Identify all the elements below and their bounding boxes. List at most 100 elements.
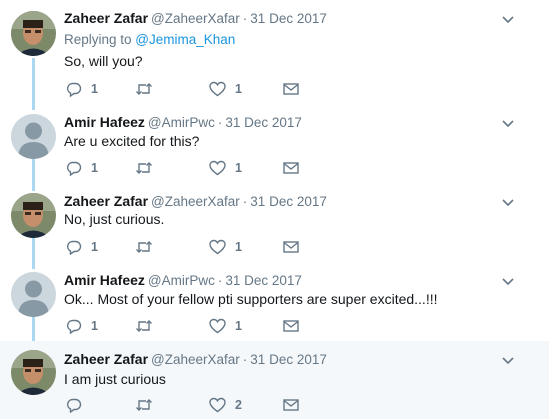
- like-button[interactable]: 1: [209, 316, 242, 336]
- author-name[interactable]: Amir Hafeez: [64, 272, 145, 288]
- tweet-text: I am just curious: [64, 371, 166, 387]
- retweet-icon: [136, 241, 152, 253]
- separator: ·: [242, 11, 248, 26]
- reply-icon: [67, 82, 82, 97]
- tweet-menu-button[interactable]: [500, 115, 516, 131]
- reply-button[interactable]: 1: [66, 158, 98, 178]
- retweet-button[interactable]: [135, 395, 153, 415]
- retweet-button[interactable]: [135, 79, 153, 99]
- tweet[interactable]: Zaheer Zafar @ZaheerXafar · 31 Dec 2017 No,…: [0, 189, 549, 268]
- tweet-date[interactable]: 31 Dec 2017: [250, 352, 327, 367]
- replying-to: Replying to @Jemima_Khan: [64, 31, 235, 49]
- separator: ·: [242, 194, 248, 209]
- avatar[interactable]: [11, 272, 56, 317]
- author-name[interactable]: Zaheer Zafar: [64, 193, 148, 209]
- heart-icon: [209, 160, 226, 176]
- like-count: 1: [235, 82, 242, 96]
- like-button[interactable]: 1: [209, 237, 242, 257]
- chevron-down-icon: [502, 120, 514, 128]
- tweet-actions: 1 1: [64, 158, 314, 178]
- tweet-actions: 1 1: [64, 316, 314, 336]
- direct-message-button[interactable]: [283, 79, 299, 99]
- tweet-menu-button[interactable]: [500, 194, 516, 210]
- tweet[interactable]: Zaheer Zafar @ZaheerXafar · 31 Dec 2017 Rep…: [0, 0, 549, 110]
- retweet-button[interactable]: [135, 158, 153, 178]
- tweet-date[interactable]: 31 Dec 2017: [225, 273, 302, 288]
- separator: ·: [217, 115, 223, 130]
- avatar[interactable]: [11, 11, 56, 56]
- retweet-icon: [136, 399, 152, 411]
- retweet-button[interactable]: [135, 316, 153, 336]
- tweet-header: Amir Hafeez @AmirPwc · 31 Dec 2017: [64, 113, 302, 132]
- like-count: 2: [235, 398, 242, 412]
- retweet-icon: [136, 162, 152, 174]
- replying-to-label: Replying to: [64, 32, 136, 47]
- reply-count: 1: [91, 161, 98, 175]
- heart-icon: [209, 81, 226, 97]
- tweet-actions: 2: [64, 395, 314, 415]
- chevron-down-icon: [502, 199, 514, 207]
- tweet-date[interactable]: 31 Dec 2017: [250, 11, 327, 26]
- avatar[interactable]: [11, 193, 56, 238]
- tweet-actions: 1 1: [64, 237, 314, 257]
- heart-icon: [209, 397, 226, 413]
- reply-icon: [67, 240, 82, 255]
- reply-count: 1: [91, 240, 98, 254]
- tweet-header: Zaheer Zafar @ZaheerXafar · 31 Dec 2017: [64, 350, 327, 369]
- reply-button[interactable]: [66, 395, 91, 415]
- avatar[interactable]: [11, 114, 56, 159]
- tweet-menu-button[interactable]: [500, 11, 516, 27]
- tweet-selected[interactable]: Zaheer Zafar @ZaheerXafar · 31 Dec 2017 I a…: [0, 341, 549, 419]
- retweet-icon: [136, 83, 152, 95]
- tweet-menu-button[interactable]: [500, 273, 516, 289]
- direct-message-button[interactable]: [283, 316, 299, 336]
- envelope-icon: [283, 162, 299, 174]
- envelope-icon: [283, 83, 299, 95]
- direct-message-button[interactable]: [283, 237, 299, 257]
- heart-icon: [209, 318, 226, 334]
- author-handle[interactable]: @AmirPwc: [148, 273, 215, 288]
- direct-message-button[interactable]: [283, 158, 299, 178]
- like-count: 1: [235, 319, 242, 333]
- reply-icon: [67, 161, 82, 176]
- tweet-actions: 1 1: [64, 79, 314, 99]
- tweet-header: Amir Hafeez @AmirPwc · 31 Dec 2017: [64, 271, 302, 290]
- tweet-text: Ok... Most of your fellow pti supporters…: [64, 291, 438, 307]
- envelope-icon: [283, 320, 299, 332]
- tweet-date[interactable]: 31 Dec 2017: [250, 194, 327, 209]
- separator: ·: [242, 352, 248, 367]
- reply-count: 1: [91, 319, 98, 333]
- reply-button[interactable]: 1: [66, 316, 98, 336]
- envelope-icon: [283, 241, 299, 253]
- author-handle[interactable]: @ZaheerXafar: [151, 352, 240, 367]
- tweet-text: No, just curious.: [64, 211, 165, 227]
- like-button[interactable]: 1: [209, 79, 242, 99]
- separator: ·: [217, 273, 223, 288]
- retweet-icon: [136, 320, 152, 332]
- reply-icon: [67, 319, 82, 334]
- like-count: 1: [235, 240, 242, 254]
- envelope-icon: [283, 399, 299, 411]
- like-button[interactable]: 1: [209, 158, 242, 178]
- tweet-menu-button[interactable]: [500, 352, 516, 368]
- author-name[interactable]: Amir Hafeez: [64, 114, 145, 130]
- tweet[interactable]: Amir Hafeez @AmirPwc · 31 Dec 2017 Are u ex…: [0, 110, 549, 189]
- author-handle[interactable]: @ZaheerXafar: [151, 194, 240, 209]
- author-handle[interactable]: @ZaheerXafar: [151, 11, 240, 26]
- author-handle[interactable]: @AmirPwc: [148, 115, 215, 130]
- tweet[interactable]: Amir Hafeez @AmirPwc · 31 Dec 2017 Ok... Mo…: [0, 268, 549, 341]
- replying-to-link[interactable]: @Jemima_Khan: [135, 32, 235, 47]
- like-button[interactable]: 2: [209, 395, 242, 415]
- avatar[interactable]: [11, 350, 56, 395]
- chevron-down-icon: [502, 278, 514, 286]
- direct-message-button[interactable]: [283, 395, 299, 415]
- author-name[interactable]: Zaheer Zafar: [64, 351, 148, 367]
- tweet-date[interactable]: 31 Dec 2017: [225, 115, 302, 130]
- retweet-button[interactable]: [135, 237, 153, 257]
- reply-button[interactable]: 1: [66, 79, 98, 99]
- chevron-down-icon: [502, 357, 514, 365]
- tweet-text: So, will you?: [64, 53, 143, 69]
- reply-button[interactable]: 1: [66, 237, 98, 257]
- tweet-header: Zaheer Zafar @ZaheerXafar · 31 Dec 2017: [64, 192, 327, 211]
- author-name[interactable]: Zaheer Zafar: [64, 10, 148, 26]
